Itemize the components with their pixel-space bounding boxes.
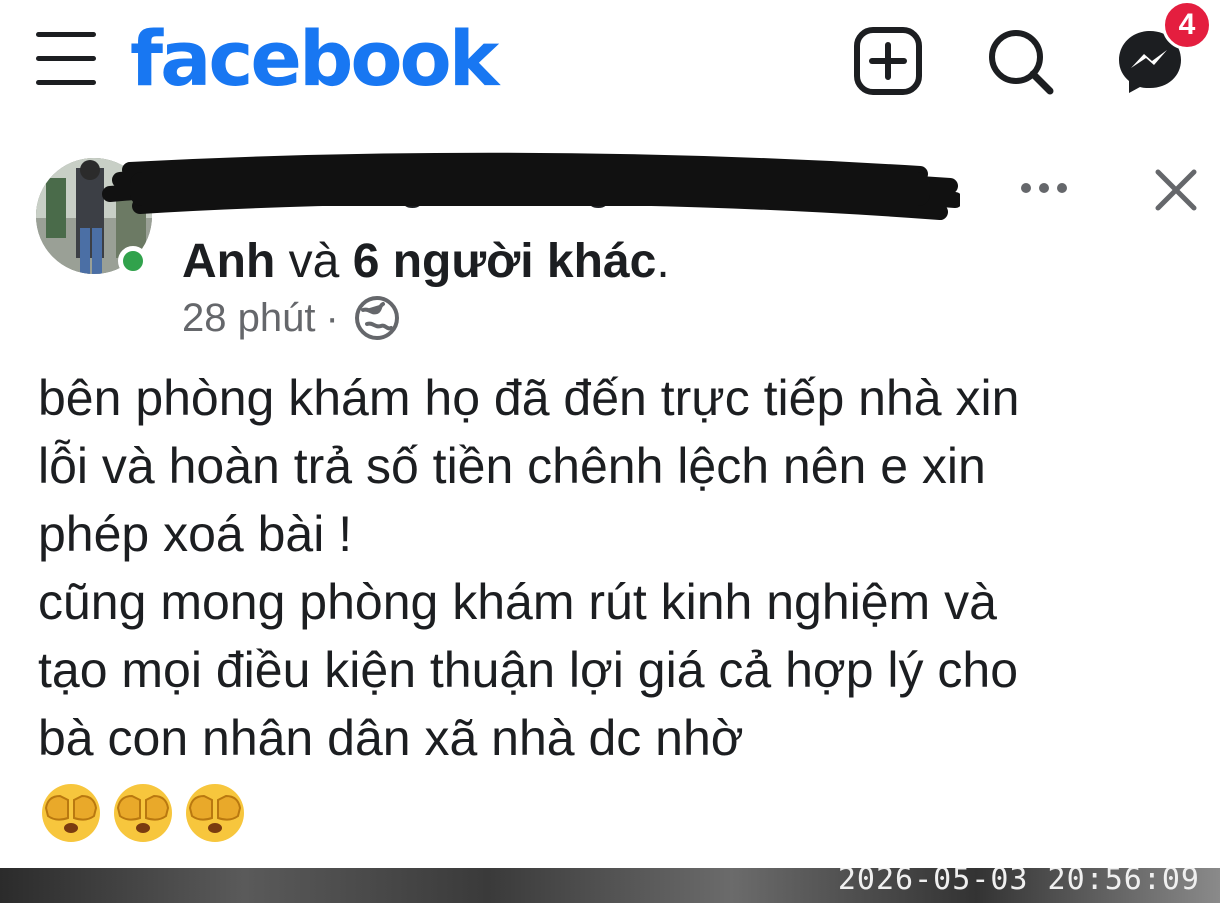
tagged-connector: và bbox=[288, 235, 340, 288]
close-icon[interactable] bbox=[1152, 166, 1200, 214]
emoji-row bbox=[40, 782, 246, 844]
attached-photo-preview[interactable]: 2026-05-03 20:56:09 bbox=[0, 868, 1220, 903]
messenger-badge: 4 bbox=[1162, 0, 1212, 50]
photo-timestamp: 2026-05-03 20:56:09 bbox=[837, 868, 1200, 897]
face-covering-eyes-emoji bbox=[186, 784, 244, 842]
facebook-logo[interactable]: facebook bbox=[130, 14, 499, 104]
face-covering-eyes-emoji bbox=[42, 784, 100, 842]
post-time[interactable]: 28 phút bbox=[182, 292, 315, 344]
plus-square-icon bbox=[854, 27, 922, 95]
face-covering-eyes-emoji bbox=[114, 784, 172, 842]
tagged-others-link[interactable]: 6 người khác bbox=[353, 235, 657, 288]
post-body-text: bên phòng khám họ đã đến trực tiếp nhà x… bbox=[38, 370, 1020, 766]
online-status-indicator bbox=[118, 246, 148, 276]
tagged-people[interactable]: Anh và 6 người khác. bbox=[182, 232, 670, 292]
redaction-scribble bbox=[102, 152, 960, 220]
hamburger-icon[interactable] bbox=[36, 32, 96, 88]
top-navigation-bar: facebook 4 bbox=[0, 0, 1220, 125]
search-icon bbox=[989, 30, 1054, 95]
tagged-first-name[interactable]: Anh bbox=[182, 235, 275, 288]
tagged-end: . bbox=[656, 235, 670, 288]
create-post-button[interactable] bbox=[853, 26, 923, 96]
search-button[interactable] bbox=[985, 26, 1055, 96]
globe-icon bbox=[354, 296, 399, 340]
meta-separator: · bbox=[325, 296, 339, 340]
more-options-icon[interactable] bbox=[1018, 168, 1070, 208]
post-meta: 28 phút · bbox=[182, 292, 401, 344]
